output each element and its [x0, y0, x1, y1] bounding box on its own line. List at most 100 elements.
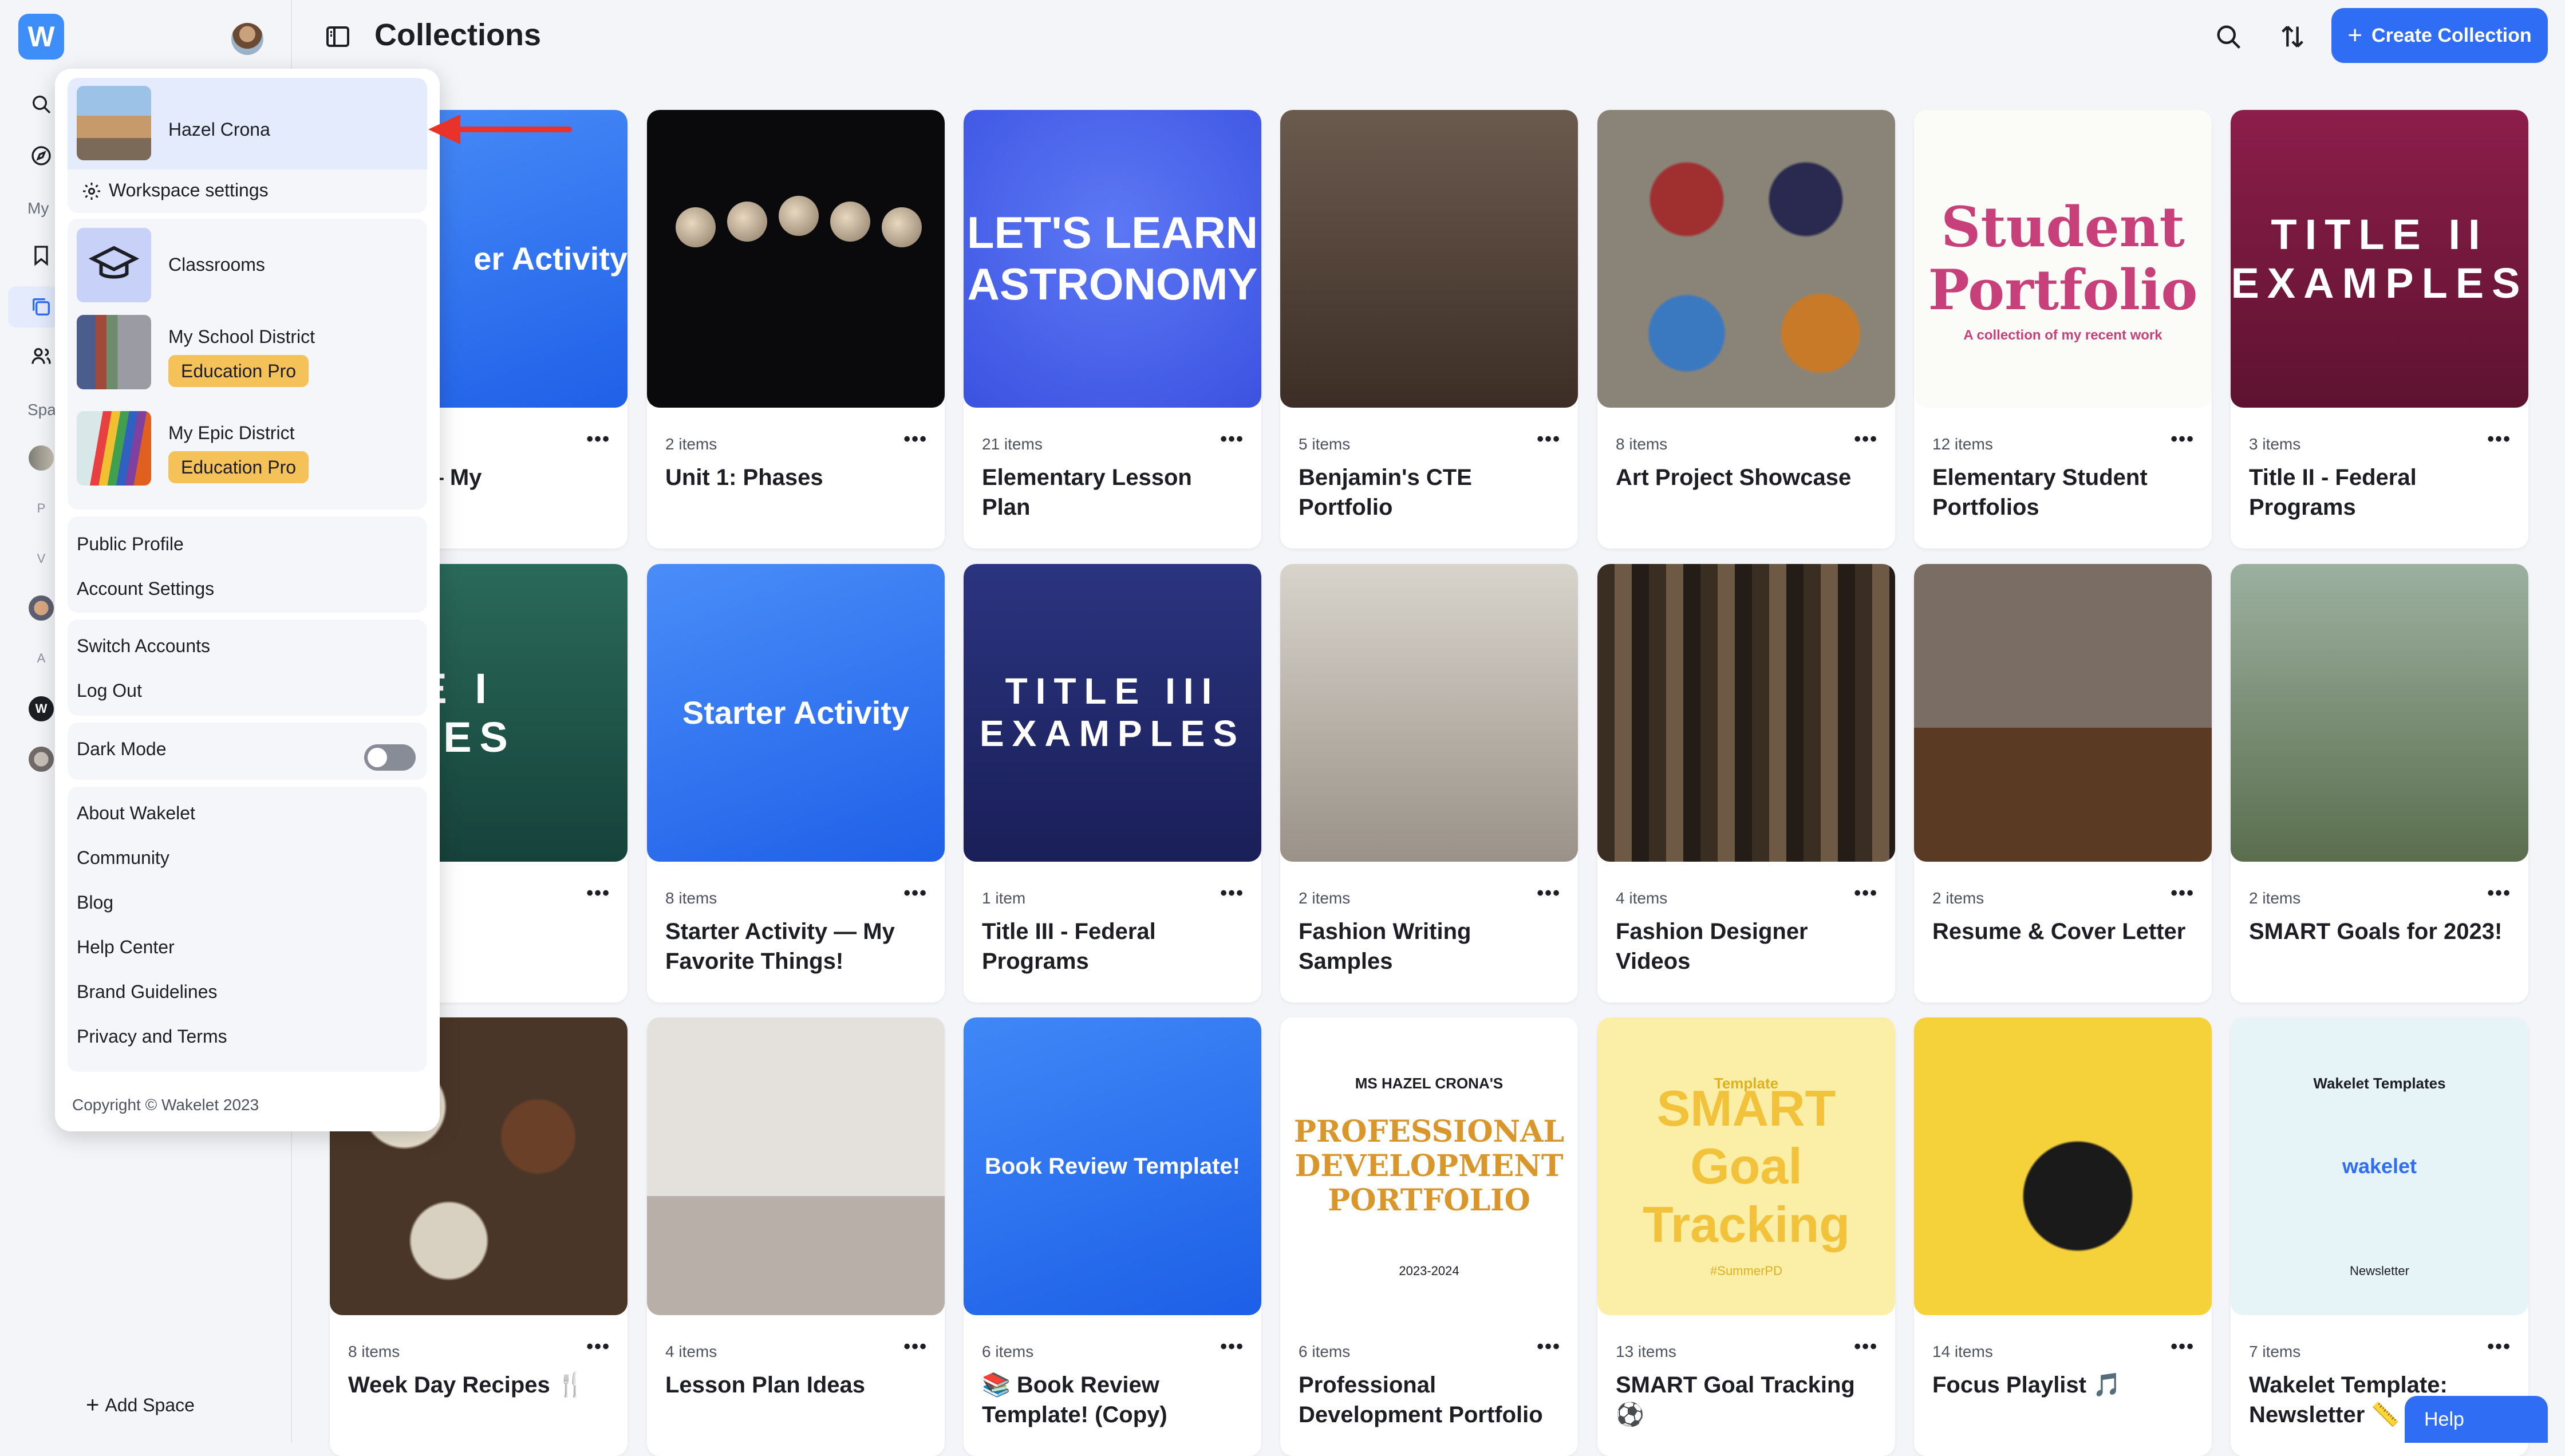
more-options-icon[interactable]: ••• — [2487, 882, 2511, 905]
menu-link-privacy-and-terms[interactable]: Privacy and Terms — [77, 1026, 227, 1047]
collection-card[interactable]: 2 items ••• Resume & Cover Letter — [1914, 564, 2212, 1003]
item-count: 12 items — [1932, 435, 1993, 453]
add-space-button[interactable]: + Add Space — [86, 1392, 195, 1418]
workspace-settings-row[interactable]: Workspace settings — [68, 169, 427, 213]
more-options-icon[interactable]: ••• — [1537, 1336, 1561, 1358]
collection-card[interactable]: Wakelet Templates wakelet Newsletter 7 item… — [2231, 1017, 2528, 1456]
collection-title[interactable]: Focus Playlist 🎵 — [1932, 1370, 2196, 1400]
dark-mode-toggle[interactable] — [364, 744, 416, 771]
collection-title[interactable]: Starter Activity — My Favorite Things! — [665, 917, 929, 976]
more-options-icon[interactable]: ••• — [1854, 428, 1878, 451]
collection-title[interactable]: Resume & Cover Letter — [1932, 917, 2196, 946]
space-letter[interactable]: A — [29, 646, 54, 671]
collection-card[interactable]: 14 items ••• Focus Playlist 🎵 — [1914, 1017, 2212, 1456]
space-letter[interactable]: V — [29, 546, 54, 571]
create-collection-button[interactable]: + Create Collection — [2331, 8, 2548, 63]
more-options-icon[interactable]: ••• — [1220, 428, 1244, 451]
more-options-icon[interactable]: ••• — [2487, 428, 2511, 451]
more-options-icon[interactable]: ••• — [1537, 428, 1561, 451]
gear-icon — [81, 181, 102, 202]
collection-title[interactable]: Professional Development Portfolio — [1299, 1370, 1562, 1430]
collection-card[interactable]: 4 items ••• Lesson Plan Ideas — [647, 1017, 945, 1456]
compass-icon[interactable] — [26, 141, 56, 171]
more-options-icon[interactable]: ••• — [586, 428, 610, 451]
collection-title[interactable]: Elementary Lesson Plan — [982, 463, 1245, 522]
collection-title[interactable]: Fashion Designer Videos — [1616, 917, 1879, 976]
people-icon[interactable] — [26, 341, 56, 371]
space-wakelet[interactable]: W — [29, 696, 54, 721]
collection-title[interactable]: Elementary Student Portfolios — [1932, 463, 2196, 522]
menu-link-about-wakelet[interactable]: About Wakelet — [77, 803, 195, 824]
menu-link-blog[interactable]: Blog — [77, 892, 113, 913]
more-options-icon[interactable]: ••• — [1537, 882, 1561, 905]
collection-card[interactable]: 2 items ••• SMART Goals for 2023! — [2231, 564, 2528, 1003]
search-icon[interactable] — [2213, 22, 2243, 52]
more-options-icon[interactable]: ••• — [2487, 1336, 2511, 1358]
wakelet-logo[interactable]: W — [18, 14, 64, 60]
collection-card[interactable]: Book Review Template! 6 items ••• 📚 Book Re… — [964, 1017, 1261, 1456]
more-options-icon[interactable]: ••• — [2171, 1336, 2195, 1358]
collections-icon[interactable] — [26, 292, 56, 322]
collection-title[interactable]: SMART Goal Tracking ⚽ — [1616, 1370, 1879, 1430]
more-options-icon[interactable]: ••• — [586, 882, 610, 905]
rail-user-avatar[interactable] — [231, 23, 263, 55]
space-avatar[interactable] — [29, 445, 54, 471]
workspace-item-epic-district[interactable]: My Epic District Education Pro — [68, 411, 427, 503]
more-options-icon[interactable]: ••• — [903, 882, 928, 905]
log-out-link[interactable]: Log Out — [77, 680, 142, 701]
switch-accounts-link[interactable]: Switch Accounts — [77, 636, 210, 657]
help-button[interactable]: Help — [2405, 1396, 2548, 1443]
bookmark-icon[interactable] — [26, 240, 56, 270]
collection-title[interactable]: Week Day Recipes 🍴 — [348, 1370, 611, 1400]
collection-card[interactable]: Starter Activity 8 items ••• Starter Activi… — [647, 564, 945, 1003]
collection-card[interactable]: 5 items ••• Benjamin's CTE Portfolio — [1280, 110, 1578, 549]
sidebar-toggle-icon[interactable] — [324, 23, 352, 50]
collection-card[interactable]: 4 items ••• Fashion Designer Videos — [1597, 564, 1895, 1003]
collection-card[interactable]: TITLE III EXAMPLES 1 item ••• Title III - F… — [964, 564, 1261, 1003]
collection-title[interactable]: 📚 Book Review Template! (Copy) — [982, 1370, 1245, 1430]
workspace-item-school-district[interactable]: My School District Education Pro — [68, 315, 427, 407]
more-options-icon[interactable]: ••• — [1220, 1336, 1244, 1358]
user-profile-row[interactable]: Hazel Crona — [68, 78, 427, 169]
space-avatar[interactable] — [29, 595, 54, 621]
public-profile-link[interactable]: Public Profile — [77, 534, 184, 555]
red-arrow-annotation — [428, 115, 572, 144]
space-avatar[interactable] — [29, 747, 54, 772]
collection-card[interactable]: TITLE II EXAMPLES 3 items ••• Title II - Fe… — [2231, 110, 2528, 549]
collection-title[interactable]: Title II - Federal Programs — [2249, 463, 2512, 522]
collection-card[interactable]: 2 items ••• Unit 1: Phases — [647, 110, 945, 549]
more-options-icon[interactable]: ••• — [903, 1336, 928, 1358]
more-options-icon[interactable]: ••• — [2171, 428, 2195, 451]
collection-title[interactable]: Lesson Plan Ideas — [665, 1370, 929, 1400]
more-options-icon[interactable]: ••• — [1854, 882, 1878, 905]
more-options-icon[interactable]: ••• — [1220, 882, 1244, 905]
workspace-item-classrooms[interactable]: Classrooms — [68, 219, 427, 310]
menu-link-community[interactable]: Community — [77, 847, 169, 869]
collection-card[interactable]: MS HAZEL CRONA'S PROFESSIONAL DEVELOPMENT… — [1280, 1017, 1578, 1456]
collection-card[interactable]: Template SMART Goal Tracking #SummerPD 13 i… — [1597, 1017, 1895, 1456]
collection-card[interactable]: 8 items ••• Art Project Showcase — [1597, 110, 1895, 549]
collection-title[interactable]: Title III - Federal Programs — [982, 917, 1245, 976]
space-letter[interactable]: P — [29, 496, 54, 521]
collection-title[interactable]: Art Project Showcase — [1616, 463, 1879, 492]
more-options-icon[interactable]: ••• — [903, 428, 928, 451]
collection-card[interactable]: A collection of my recent work Student Po… — [1914, 110, 2212, 549]
menu-link-brand-guidelines[interactable]: Brand Guidelines — [77, 981, 217, 1003]
collection-title[interactable]: Unit 1: Phases — [665, 463, 929, 492]
collection-title[interactable]: Benjamin's CTE Portfolio — [1299, 463, 1562, 522]
more-options-icon[interactable]: ••• — [586, 1336, 610, 1358]
collection-title[interactable]: SMART Goals for 2023! — [2249, 917, 2512, 946]
collection-title[interactable]: Fashion Writing Samples — [1299, 917, 1562, 976]
thumbnail-text: SMART Goal Tracking — [1643, 1080, 1850, 1253]
sort-icon[interactable] — [2278, 22, 2307, 52]
more-options-icon[interactable]: ••• — [2171, 882, 2195, 905]
search-icon[interactable] — [26, 89, 56, 119]
collection-thumbnail: TITLE II EXAMPLES — [2231, 110, 2528, 408]
more-options-icon[interactable]: ••• — [1854, 1336, 1878, 1358]
account-settings-link[interactable]: Account Settings — [77, 578, 214, 599]
item-count: 8 items — [665, 889, 717, 907]
collection-card[interactable]: 2 items ••• Fashion Writing Samples — [1280, 564, 1578, 1003]
collection-thumbnail: Book Review Template! — [964, 1017, 1261, 1315]
collection-card[interactable]: LET'S LEARN ASTRONOMY 21 items ••• Elementa… — [964, 110, 1261, 549]
menu-link-help-center[interactable]: Help Center — [77, 937, 175, 958]
